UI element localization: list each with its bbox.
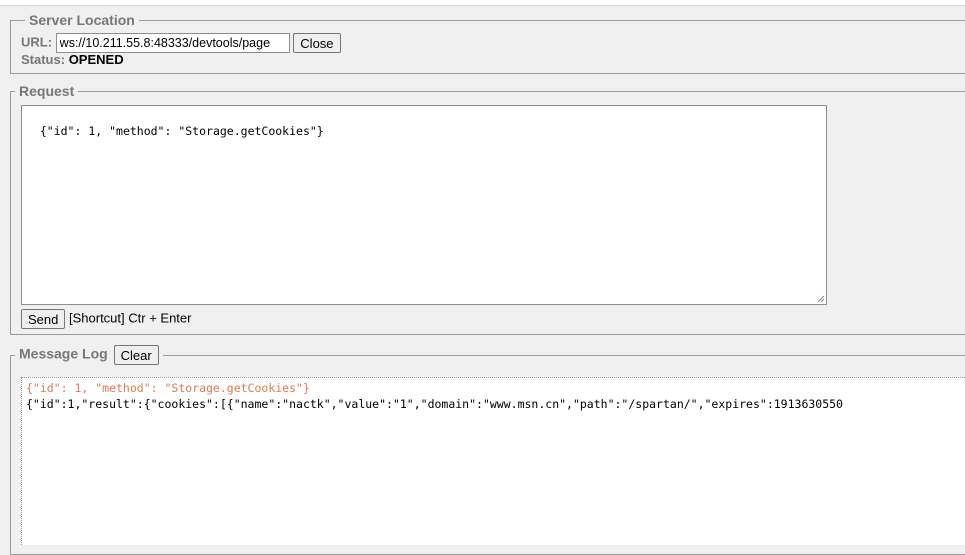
request-legend: Request bbox=[19, 83, 75, 99]
server-location-legend: Server Location bbox=[29, 12, 135, 28]
message-log-title: Message Log bbox=[19, 345, 108, 362]
clear-button[interactable]: Clear bbox=[113, 345, 159, 365]
request-body: {"id": 1, "method": "Storage.getCookies"… bbox=[39, 124, 324, 138]
message-log-legend: Message Log Clear bbox=[15, 345, 163, 365]
shortcut-hint: [Shortcut] Ctr + Enter bbox=[69, 310, 192, 326]
url-label: URL: bbox=[21, 34, 53, 50]
log-entry: {"id": 1, "method": "Storage.getCookies"… bbox=[26, 381, 310, 395]
send-button[interactable]: Send bbox=[21, 309, 66, 329]
send-row: Send [Shortcut] Ctr + Enter bbox=[21, 309, 191, 329]
status-label: Status: bbox=[21, 52, 66, 67]
status-value: OPENED bbox=[68, 52, 124, 67]
top-strip bbox=[0, 0, 965, 6]
resize-grip-icon[interactable] bbox=[817, 295, 825, 303]
message-log-box[interactable]: {"id": 1, "method": "Storage.getCookies"… bbox=[21, 377, 965, 545]
close-button[interactable]: Close bbox=[293, 33, 341, 53]
log-entry: {"id":1,"result":{"cookies":[{"name":"na… bbox=[26, 397, 843, 411]
url-input[interactable] bbox=[55, 33, 290, 53]
server-location-fieldset: Server Location URL: Close Status: OPENE… bbox=[10, 12, 965, 74]
request-textarea[interactable]: {"id": 1, "method": "Storage.getCookies"… bbox=[21, 105, 827, 305]
